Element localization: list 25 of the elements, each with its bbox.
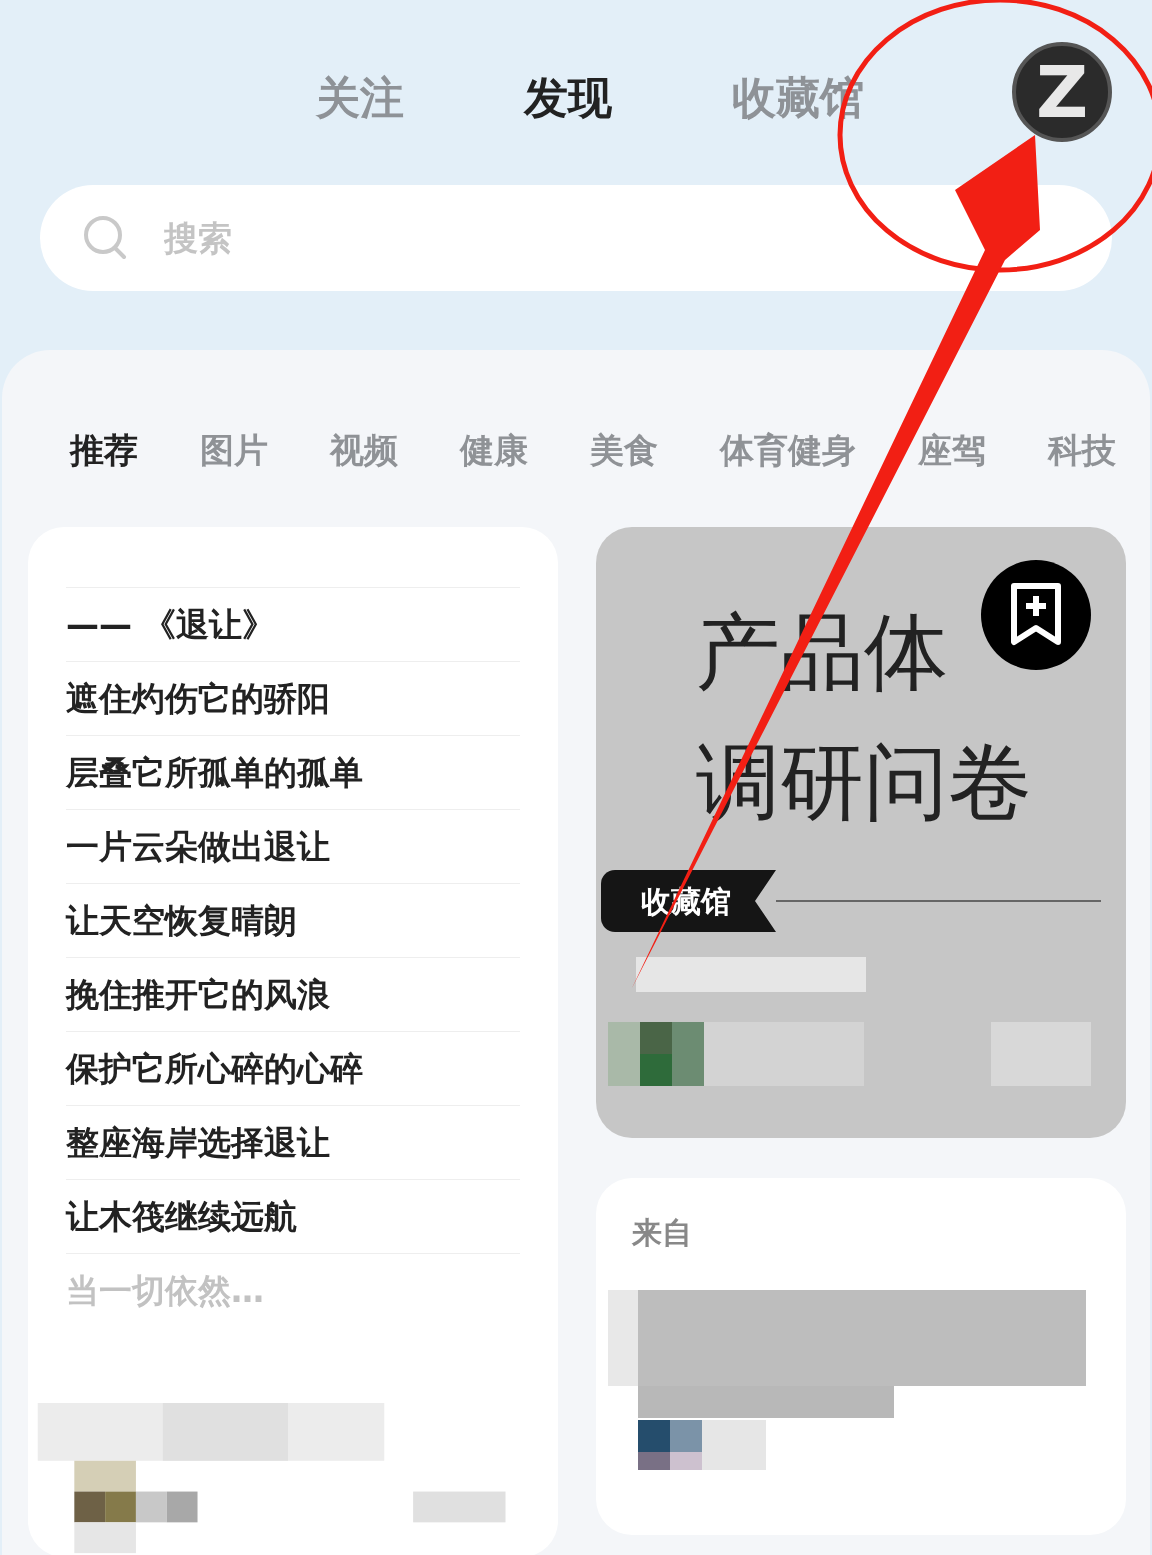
category-tab[interactable]: 视频	[330, 425, 398, 476]
category-tab[interactable]: 图片	[200, 425, 268, 476]
source-label: 来自	[632, 1215, 692, 1250]
category-tab[interactable]: 科技	[1048, 425, 1116, 476]
category-tab[interactable]: 推荐	[70, 425, 138, 476]
category-tab[interactable]: 体育健身	[720, 425, 856, 476]
poem-line: 整座海岸选择退让	[66, 1121, 330, 1164]
category-tab[interactable]: 健康	[460, 425, 528, 476]
poem-card[interactable]: —— 《退让》 遮住灼伤它的骄阳 层叠它所孤单的孤单 一片云朵做出退让 让天空恢复晴朗 挽住推开它的风浪 保护它所心碎的心碎 整座海岸选择退让 让木筏继续远航 当一切依然…	[28, 527, 558, 1555]
poem-line: 挽住推开它的风浪	[66, 973, 330, 1016]
poem-line: 让天空恢复晴朗	[66, 899, 297, 942]
poem-line: 保护它所心碎的心碎	[66, 1047, 363, 1090]
bookmark-add-icon	[1008, 582, 1064, 648]
top-tab[interactable]: 关注	[316, 64, 404, 131]
poem-line: 让木筏继续远航	[66, 1195, 297, 1238]
category-tab[interactable]: 美食	[590, 425, 658, 476]
poem-line: —— 《退让》	[66, 603, 276, 646]
poem-line: 当一切依然…	[66, 1269, 264, 1312]
poem-line: 层叠它所孤单的孤单	[66, 751, 363, 794]
avatar[interactable]: Z	[1012, 42, 1112, 142]
poem-line: 遮住灼伤它的骄阳	[66, 677, 330, 720]
top-tab[interactable]: 发现	[524, 64, 612, 131]
source-card[interactable]: 来自	[596, 1178, 1126, 1535]
poem-line: 一片云朵做出退让	[66, 825, 330, 868]
category-tab[interactable]: 座驾	[918, 425, 986, 476]
